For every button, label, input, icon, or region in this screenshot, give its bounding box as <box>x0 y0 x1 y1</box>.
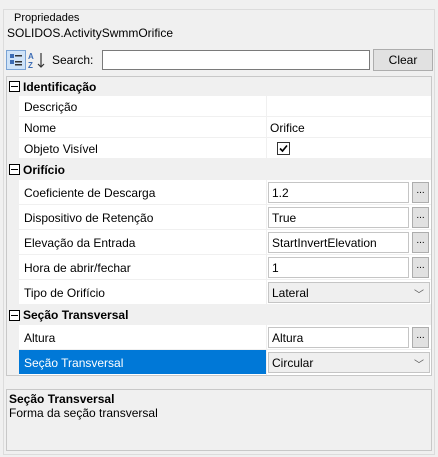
ellipsis-button[interactable]: ... <box>412 232 429 253</box>
category-label: Orifício <box>23 163 66 177</box>
collapse-icon[interactable] <box>9 310 20 321</box>
clear-button[interactable]: Clear <box>373 49 433 71</box>
property-value: Altura <box>272 331 304 345</box>
property-row-hora[interactable]: Hora de abrir/fechar 1 ... <box>7 255 431 280</box>
category-identificacao[interactable]: Identificação <box>7 77 431 96</box>
property-name: Tipo de Orifício <box>24 286 105 300</box>
section-dropdown[interactable]: Circular ﹀ <box>268 352 430 373</box>
property-toolbar: A Z Search: Clear <box>6 49 433 71</box>
chevron-down-icon: ﹀ <box>414 290 424 301</box>
property-name: Coeficiente de Descarga <box>24 186 156 200</box>
object-title: SOLIDOS.ActivitySwmmOrifice <box>7 26 174 40</box>
collapse-icon[interactable] <box>9 164 20 175</box>
checkmark-icon <box>279 144 288 153</box>
type-dropdown[interactable]: Lateral ﹀ <box>268 282 430 303</box>
visible-checkbox[interactable] <box>277 142 290 155</box>
search-label: Search: <box>52 53 94 67</box>
alphabetical-icon[interactable]: A Z <box>27 50 47 70</box>
svg-text:A: A <box>28 52 34 61</box>
chevron-down-icon: ﹀ <box>414 360 424 371</box>
ellipsis-button[interactable]: ... <box>412 182 429 203</box>
property-name: Descrição <box>24 100 78 114</box>
property-row-tipo[interactable]: Tipo de Orifício Lateral ﹀ <box>7 280 431 305</box>
category-orificio[interactable]: Orifício <box>7 159 431 180</box>
property-grid: Identificação Descrição Nome Orifice Obj… <box>6 76 432 376</box>
property-value: StartInvertElevation <box>272 236 377 250</box>
value-field[interactable]: 1.2 <box>268 182 409 203</box>
property-row-descricao[interactable]: Descrição <box>7 96 431 117</box>
search-input[interactable] <box>102 50 370 70</box>
value-field[interactable]: True <box>268 207 409 228</box>
property-value: True <box>272 211 297 225</box>
property-name: Objeto Visível <box>24 142 98 156</box>
svg-text:Z: Z <box>28 61 33 70</box>
property-name: Hora de abrir/fechar <box>24 261 131 275</box>
property-name: Altura <box>24 331 56 345</box>
help-pane: Seção Transversal Forma da seção transve… <box>6 389 432 451</box>
help-title: Seção Transversal <box>9 392 115 406</box>
property-name: Elevação da Entrada <box>24 236 136 250</box>
property-row-altura[interactable]: Altura Altura ... <box>7 325 431 350</box>
property-name: Dispositivo de Retenção <box>24 211 154 225</box>
property-row-nome[interactable]: Nome Orifice <box>7 117 431 138</box>
value-field[interactable]: 1 <box>268 257 409 278</box>
category-secao-transversal[interactable]: Seção Transversal <box>7 305 431 325</box>
property-value: Lateral <box>272 286 309 300</box>
property-row-secao[interactable]: Seção Transversal Circular ﹀ <box>7 350 431 375</box>
property-row-elevacao[interactable]: Elevação da Entrada StartInvertElevation… <box>7 230 431 255</box>
property-value: 1.2 <box>272 186 289 200</box>
property-row-objeto-visivel[interactable]: Objeto Visível <box>7 138 431 159</box>
property-name: Seção Transversal <box>24 356 124 370</box>
category-label: Identificação <box>23 80 97 94</box>
value-field[interactable]: Altura <box>268 327 409 348</box>
property-value: 1 <box>272 261 279 275</box>
property-value[interactable]: Orifice <box>270 121 305 135</box>
property-name: Nome <box>24 121 57 135</box>
ellipsis-button[interactable]: ... <box>412 327 429 348</box>
ellipsis-button[interactable]: ... <box>412 257 429 278</box>
value-field[interactable]: StartInvertElevation <box>268 232 409 253</box>
categorized-icon[interactable] <box>6 50 26 70</box>
collapse-icon[interactable] <box>9 81 20 92</box>
category-label: Seção Transversal <box>23 308 129 322</box>
group-label: Propriedades <box>12 12 82 24</box>
property-row-coeficiente[interactable]: Coeficiente de Descarga 1.2 ... <box>7 180 431 205</box>
help-description: Forma da seção transversal <box>9 406 158 420</box>
property-row-dispositivo[interactable]: Dispositivo de Retenção True ... <box>7 205 431 230</box>
ellipsis-button[interactable]: ... <box>412 207 429 228</box>
property-value: Circular <box>272 356 314 370</box>
